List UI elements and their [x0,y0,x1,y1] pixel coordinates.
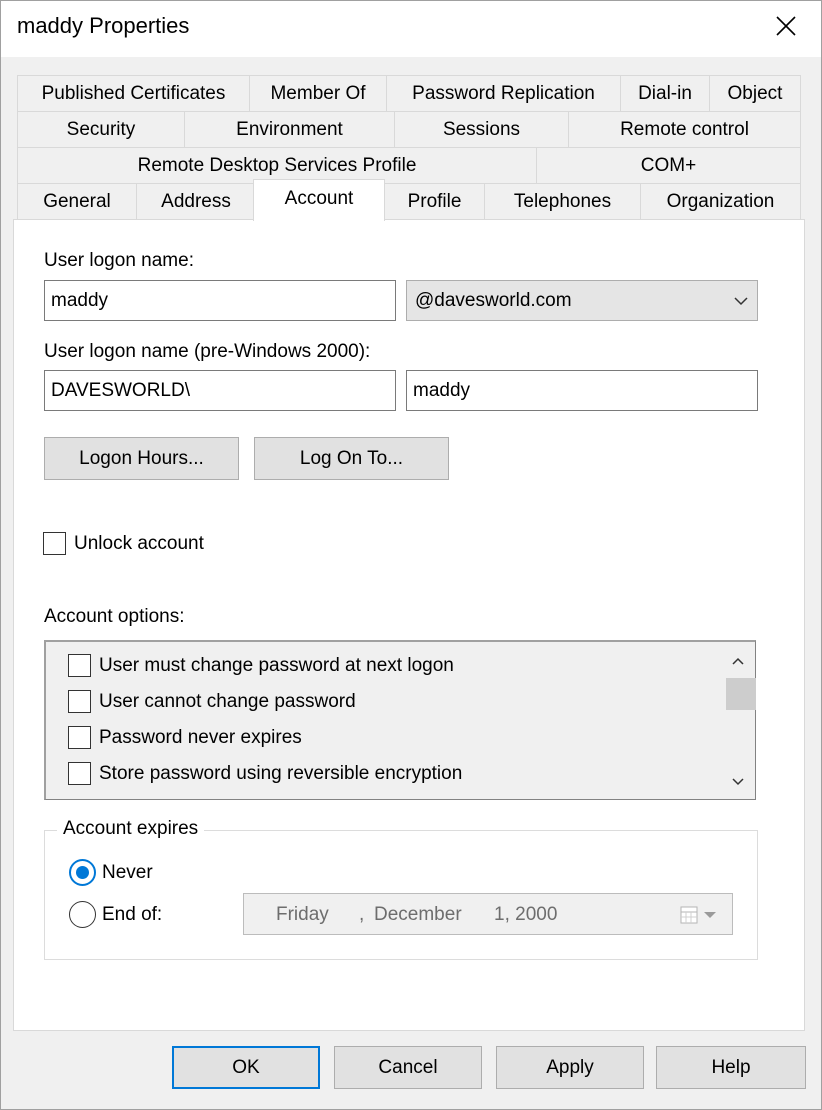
option-checkbox[interactable] [68,690,91,713]
tab-address[interactable]: Address [136,183,256,219]
tab-com-plus[interactable]: COM+ [536,147,801,183]
pre2000-user-input[interactable]: maddy [406,370,758,411]
option-password-never-expires[interactable]: Password never expires [68,726,302,749]
date-weekday: Friday [276,904,329,925]
radio-selected-dot [76,866,89,879]
tab-published-certificates[interactable]: Published Certificates [17,75,250,111]
option-checkbox[interactable] [68,654,91,677]
option-must-change-password[interactable]: User must change password at next logon [68,654,454,677]
tab-sessions[interactable]: Sessions [394,111,569,147]
date-month: December [374,904,462,925]
expires-never-radio[interactable]: Never [69,859,153,886]
tab-organization[interactable]: Organization [640,183,801,219]
expiration-date-picker: Friday , December 1, 2000 [243,893,733,935]
tab-remote-desktop-services-profile[interactable]: Remote Desktop Services Profile [17,147,537,183]
tab-telephones[interactable]: Telephones [484,183,641,219]
window-title: maddy Properties [17,13,190,38]
unlock-account-checkbox[interactable]: Unlock account [43,532,204,555]
ok-button[interactable]: OK [172,1046,320,1089]
logon-name-input[interactable]: maddy [44,280,396,321]
account-expires-title: Account expires [57,818,205,840]
title-bar: maddy Properties [1,1,821,57]
never-label: Never [102,861,153,883]
radio-never[interactable] [69,859,96,886]
tab-account[interactable]: Account [253,179,385,221]
log-on-to-button[interactable]: Log On To... [254,437,449,480]
properties-dialog: maddy Properties Published Certificates … [0,0,822,1110]
help-button[interactable]: Help [656,1046,806,1089]
close-button[interactable] [751,1,821,51]
tab-profile[interactable]: Profile [384,183,485,219]
account-options-label: Account options: [44,606,185,627]
scroll-thumb[interactable] [726,678,756,710]
options-scrollbar[interactable] [721,642,756,798]
radio-end-of[interactable] [69,901,96,928]
chevron-down-icon [732,777,744,785]
date-separator: , [359,904,365,925]
scroll-down-arrow[interactable] [721,766,755,796]
apply-button[interactable]: Apply [496,1046,644,1089]
end-of-label: End of: [102,903,163,925]
chevron-up-icon [732,657,744,665]
option-cannot-change-password[interactable]: User cannot change password [68,690,356,713]
account-expires-group: Account expires Never End of: Friday , D… [44,818,758,960]
tab-password-replication[interactable]: Password Replication [386,75,621,111]
option-checkbox[interactable] [68,762,91,785]
tab-remote-control[interactable]: Remote control [568,111,801,147]
cancel-button[interactable]: Cancel [334,1046,482,1089]
unlock-checkbox-box[interactable] [43,532,66,555]
date-day-year: 1, 2000 [494,904,558,925]
pre2000-label: User logon name (pre-Windows 2000): [44,341,371,362]
pre2000-domain-field: DAVESWORLD\ [44,370,396,411]
unlock-label: Unlock account [74,532,204,554]
tab-security[interactable]: Security [17,111,185,147]
logon-hours-button[interactable]: Logon Hours... [44,437,239,480]
account-tab-panel: User logon name: maddy @davesworld.com U… [13,219,805,1031]
option-label: User must change password at next logon [99,654,454,676]
scroll-up-arrow[interactable] [721,646,755,676]
upn-suffix-dropdown[interactable]: @davesworld.com [406,280,758,321]
tab-object[interactable]: Object [709,75,801,111]
option-label: Store password using reversible encrypti… [99,762,463,784]
logon-name-label: User logon name: [44,250,194,271]
chevron-down-icon [734,296,748,305]
account-options-list[interactable]: User must change password at next logon … [44,640,756,800]
tab-general[interactable]: General [17,183,137,219]
tab-environment[interactable]: Environment [184,111,395,147]
option-checkbox[interactable] [68,726,91,749]
expires-end-of-radio[interactable]: End of: [69,901,162,928]
tab-dial-in[interactable]: Dial-in [620,75,710,111]
option-reversible-encryption[interactable]: Store password using reversible encrypti… [68,762,462,785]
tab-member-of[interactable]: Member Of [249,75,387,111]
upn-suffix-value: @davesworld.com [415,289,572,311]
calendar-dropdown-icon [680,906,716,924]
option-label: User cannot change password [99,690,356,712]
close-icon [776,16,796,36]
option-label: Password never expires [99,726,302,748]
